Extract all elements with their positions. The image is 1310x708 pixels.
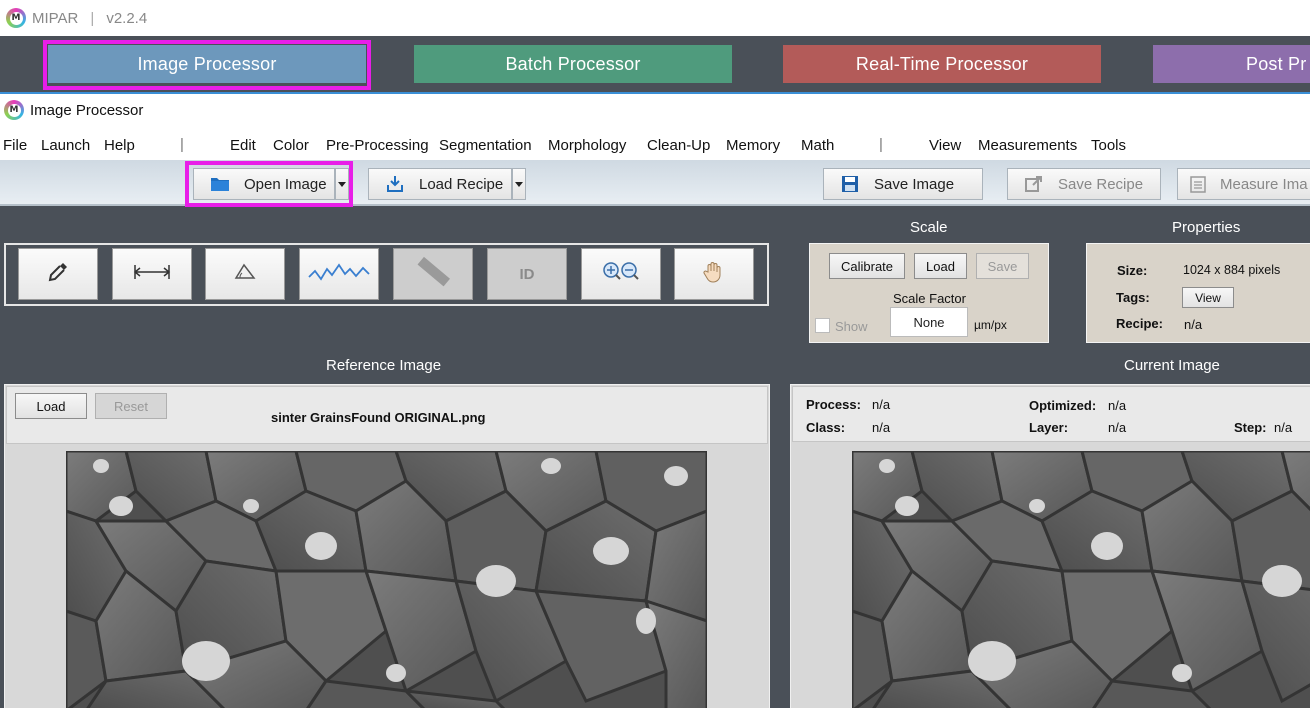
process-value: n/a — [872, 397, 891, 412]
angle-icon — [232, 262, 258, 287]
line-profile-icon — [307, 261, 371, 288]
reference-image-title: Reference Image — [326, 357, 442, 374]
highlight-frame — [185, 161, 353, 207]
scale-save-button[interactable]: Save — [976, 253, 1029, 279]
app-version: v2.2.4 — [106, 9, 148, 27]
tab-real-time-processor[interactable]: Real-Time Processor — [783, 45, 1101, 83]
class-label: Class: — [806, 420, 846, 435]
size-value: 1024 x 884 pixels — [1183, 263, 1281, 277]
tab-post-processor[interactable]: Post Pr — [1153, 45, 1310, 83]
tab-batch-processor[interactable]: Batch Processor — [414, 45, 732, 83]
load-recipe-button[interactable]: Load Recipe — [368, 168, 512, 200]
layer-value: n/a — [1108, 420, 1127, 435]
reference-image[interactable] — [66, 451, 707, 708]
menu-view[interactable]: View — [929, 137, 961, 154]
view-tags-button[interactable]: View — [1182, 287, 1234, 308]
menu-pre-processing[interactable]: Pre-Processing — [326, 137, 429, 154]
show-scale-checkbox[interactable] — [815, 318, 830, 333]
menu-clean-up[interactable]: Clean-Up — [647, 137, 710, 154]
reference-filename: sinter GrainsFound ORIGINAL.png — [271, 410, 486, 425]
optimized-value: n/a — [1108, 398, 1127, 413]
scale-title: Scale — [910, 219, 948, 236]
zoom-icon — [601, 261, 641, 288]
menu-measurements[interactable]: Measurements — [978, 137, 1077, 154]
class-value: n/a — [872, 420, 891, 435]
recipe-value: n/a — [1184, 317, 1203, 332]
layer-label: Layer: — [1029, 420, 1069, 435]
clipboard-icon — [1188, 175, 1208, 193]
recipe-label: Recipe: — [1116, 316, 1163, 331]
menu-launch[interactable]: Launch — [41, 137, 90, 154]
tags-label: Tags: — [1116, 290, 1150, 305]
id-tool[interactable]: ID — [487, 248, 567, 300]
app-name: MIPAR — [32, 9, 79, 27]
app-title-bar: M MIPAR | v2.2.4 — [0, 0, 1310, 36]
optimized-label: Optimized: — [1029, 398, 1097, 413]
mipar-logo-icon: M — [6, 8, 26, 28]
zoom-tool[interactable] — [581, 248, 661, 300]
window-title-bar: M Image Processor — [0, 96, 143, 124]
menu-segmentation[interactable]: Segmentation — [439, 137, 532, 154]
step-label: Step: — [1234, 420, 1267, 435]
size-label: Size: — [1117, 263, 1148, 278]
eyedropper-tool[interactable] — [18, 248, 98, 300]
scale-load-button[interactable]: Load — [914, 253, 967, 279]
menu-memory[interactable]: Memory — [726, 137, 780, 154]
pan-tool[interactable] — [674, 248, 754, 300]
module-tab-bar: Image Processor Batch Processor Real-Tim… — [0, 36, 1310, 92]
menu-math[interactable]: Math — [801, 137, 834, 154]
angle-tool[interactable] — [205, 248, 285, 300]
menu-file[interactable]: File — [3, 137, 27, 154]
scale-unit: µm/px — [974, 318, 1007, 332]
menu-help[interactable]: Help — [104, 137, 135, 154]
window-title: Image Processor — [30, 101, 144, 119]
measure-line-icon — [132, 262, 172, 287]
calibrate-button[interactable]: Calibrate — [829, 253, 905, 279]
properties-title: Properties — [1172, 219, 1241, 236]
menu-edit[interactable]: Edit — [230, 137, 256, 154]
menu-color[interactable]: Color — [273, 137, 309, 154]
eyedropper-icon — [46, 260, 70, 289]
pan-hand-icon — [702, 260, 726, 289]
current-image[interactable] — [852, 451, 1310, 708]
load-recipe-dropdown[interactable] — [512, 168, 526, 200]
scale-factor-input[interactable]: None — [890, 307, 968, 337]
highlight-frame — [43, 40, 371, 90]
mipar-logo-icon: M — [4, 100, 24, 120]
scale-factor-label: Scale Factor — [893, 291, 966, 306]
save-disk-icon — [840, 175, 860, 193]
download-icon — [385, 175, 405, 193]
line-profile-tool[interactable] — [299, 248, 379, 300]
id-icon: ID — [519, 265, 535, 283]
menu-bar: File Launch Help | Edit Color Pre-Proces… — [3, 136, 1127, 154]
export-icon — [1024, 175, 1044, 193]
ruler-icon — [413, 254, 453, 295]
save-image-button[interactable]: Save Image — [823, 168, 983, 200]
measure-image-button[interactable]: Measure Ima — [1177, 168, 1310, 200]
current-image-title: Current Image — [1124, 357, 1220, 374]
show-label: Show — [835, 319, 868, 334]
menu-tools[interactable]: Tools — [1091, 137, 1126, 154]
ruler-tool[interactable] — [393, 248, 473, 300]
process-label: Process: — [806, 397, 861, 412]
reference-reset-button[interactable]: Reset — [95, 393, 167, 419]
menu-morphology[interactable]: Morphology — [548, 137, 626, 154]
measure-line-tool[interactable] — [112, 248, 192, 300]
reference-load-button[interactable]: Load — [15, 393, 87, 419]
save-recipe-button[interactable]: Save Recipe — [1007, 168, 1161, 200]
step-value: n/a — [1274, 420, 1293, 435]
